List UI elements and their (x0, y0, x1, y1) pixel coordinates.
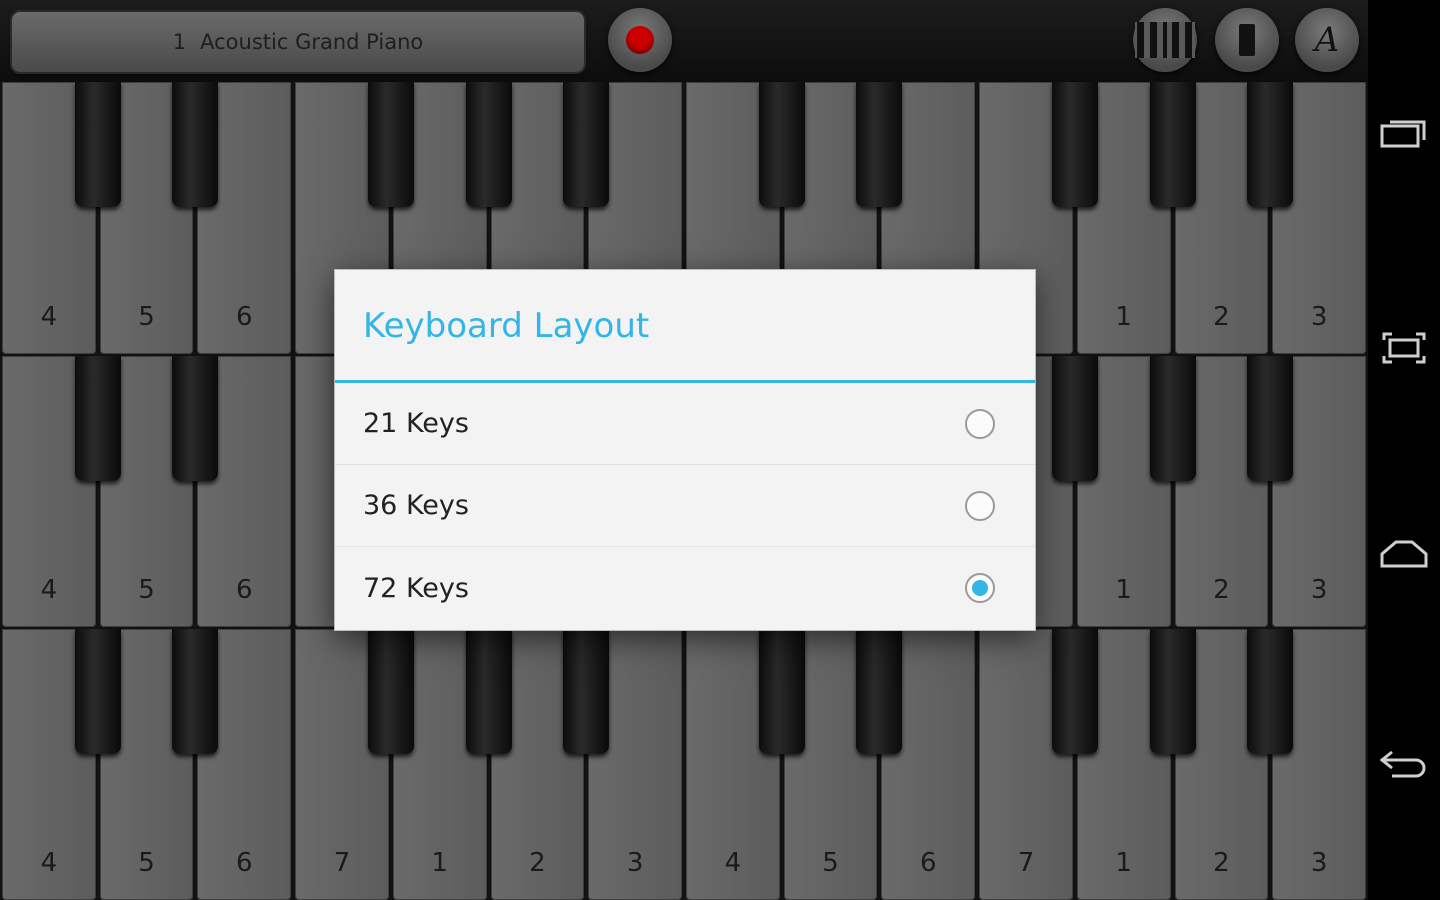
keyboard-row-3: 4 5 6 7 1 2 3 4 5 6 7 1 2 3 (0, 629, 1368, 900)
single-key-icon (1239, 24, 1255, 56)
key-note-label: 5 (138, 848, 155, 878)
record-button[interactable] (608, 8, 672, 72)
keyboard-layout-button[interactable] (1133, 8, 1197, 72)
black-key[interactable] (1247, 356, 1294, 481)
black-key[interactable] (1051, 82, 1098, 207)
key-note-label: 2 (1213, 575, 1230, 605)
key-note-label: 6 (920, 848, 937, 878)
radio-button[interactable] (965, 573, 995, 603)
fullscreen-icon[interactable] (1378, 326, 1430, 370)
key-note-label: 6 (236, 848, 253, 878)
black-key[interactable] (74, 356, 121, 481)
black-key[interactable] (465, 629, 512, 754)
radio-button[interactable] (965, 490, 995, 521)
key-note-label: 3 (1310, 575, 1328, 605)
black-key[interactable] (1051, 629, 1098, 754)
black-key[interactable] (1247, 82, 1294, 207)
key-note-label: 5 (822, 848, 839, 878)
option-72-keys[interactable]: 72 Keys (335, 547, 1035, 629)
key-note-label: 5 (138, 302, 155, 332)
black-key[interactable] (563, 82, 610, 207)
key-note-label: 2 (1213, 848, 1230, 878)
dialog-title: Keyboard Layout (335, 270, 1035, 383)
key-note-label: 6 (236, 575, 253, 605)
record-icon (626, 26, 654, 54)
option-label: 21 Keys (363, 408, 469, 439)
key-note-label: 6 (236, 302, 253, 332)
black-key[interactable] (563, 629, 610, 754)
option-label: 36 Keys (363, 490, 469, 521)
key-note-label: 4 (40, 302, 58, 332)
black-key[interactable] (367, 629, 414, 754)
option-36-keys[interactable]: 36 Keys (335, 465, 1035, 547)
black-key[interactable] (74, 629, 121, 754)
option-label: 72 Keys (363, 572, 469, 604)
home-icon[interactable] (1378, 534, 1430, 578)
black-key[interactable] (74, 82, 121, 207)
instrument-name: Acoustic Grand Piano (200, 30, 424, 54)
key-note-label: 5 (138, 575, 155, 605)
black-key[interactable] (1149, 356, 1196, 481)
black-key[interactable] (465, 82, 512, 207)
key-note-label: 4 (724, 848, 742, 878)
black-key[interactable] (1051, 356, 1098, 481)
key-note-label: 3 (1310, 302, 1328, 332)
black-key[interactable] (172, 82, 219, 207)
key-note-label: 1 (1115, 848, 1132, 878)
key-note-label: 3 (1310, 848, 1328, 878)
piano-keys-icon (1135, 22, 1195, 58)
key-note-label: 7 (1017, 848, 1035, 878)
single-key-button[interactable] (1215, 8, 1279, 72)
key-note-label: 1 (1115, 302, 1132, 332)
black-key[interactable] (856, 629, 903, 754)
key-note-label: 2 (1213, 302, 1230, 332)
black-key[interactable] (172, 629, 219, 754)
black-key[interactable] (172, 356, 219, 481)
black-key[interactable] (1247, 629, 1294, 754)
label-icon: A (1314, 20, 1340, 60)
black-key[interactable] (758, 629, 805, 754)
option-21-keys[interactable]: 21 Keys (335, 383, 1035, 465)
instrument-selector[interactable]: 1 Acoustic Grand Piano (12, 12, 584, 72)
top-toolbar: 1 Acoustic Grand Piano A (0, 0, 1368, 82)
key-note-label: 1 (1115, 575, 1132, 605)
note-label-button[interactable]: A (1295, 8, 1359, 72)
key-note-label: 4 (40, 575, 58, 605)
black-key[interactable] (1149, 629, 1196, 754)
black-key[interactable] (856, 82, 903, 207)
recent-apps-icon[interactable] (1378, 112, 1430, 156)
navigation-bar (1368, 0, 1440, 900)
back-icon[interactable] (1378, 742, 1430, 786)
keyboard-layout-dialog: Keyboard Layout 21 Keys 36 Keys 72 Keys (335, 270, 1035, 630)
key-note-label: 1 (431, 848, 448, 878)
black-key[interactable] (758, 82, 805, 207)
key-note-label: 7 (333, 848, 351, 878)
key-note-label: 4 (40, 848, 58, 878)
black-key[interactable] (367, 82, 414, 207)
radio-button[interactable] (965, 408, 995, 439)
key-note-label: 3 (626, 848, 644, 878)
instrument-number: 1 (172, 30, 187, 54)
key-note-label: 2 (529, 848, 546, 878)
black-key[interactable] (1149, 82, 1196, 207)
